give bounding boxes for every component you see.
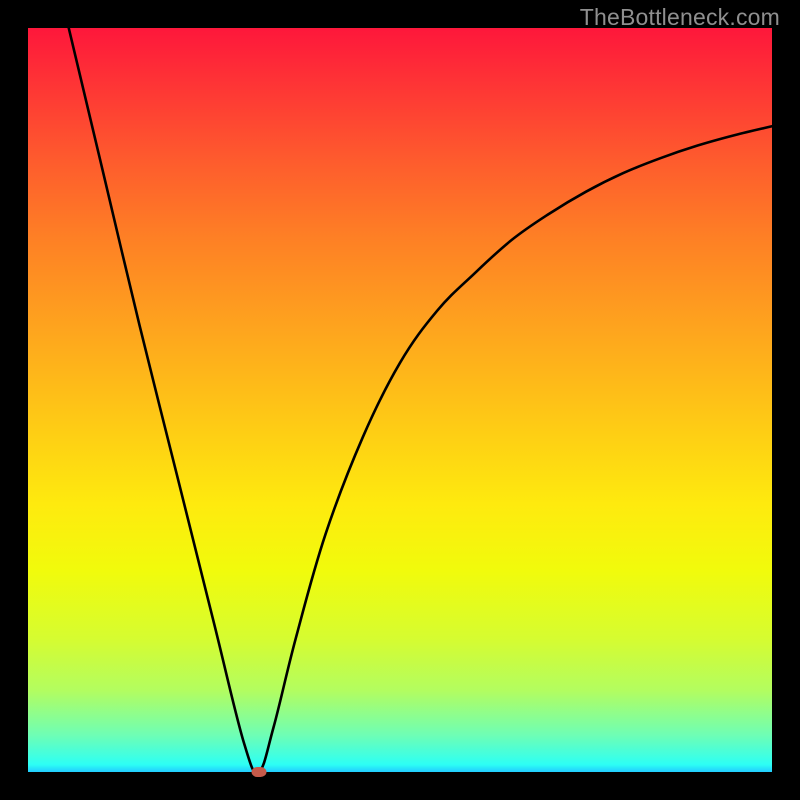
bottleneck-curve bbox=[65, 13, 772, 772]
curve-svg bbox=[28, 28, 772, 772]
watermark-text: TheBottleneck.com bbox=[580, 4, 780, 31]
chart-plot-area bbox=[28, 28, 772, 772]
minimum-marker bbox=[251, 767, 266, 777]
